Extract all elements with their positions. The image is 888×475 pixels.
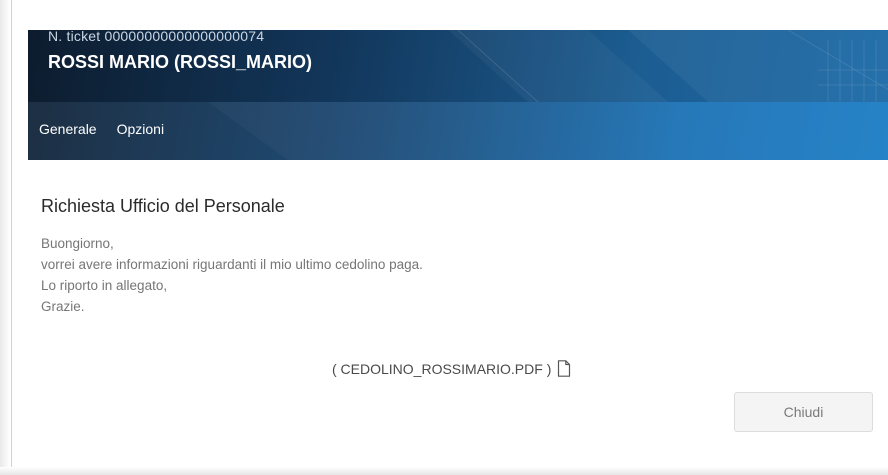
message-line: Lo riporto in allegato, [41,278,168,293]
tab-generale[interactable]: Generale [39,121,97,137]
attachment-link[interactable]: ( CEDOLINO_ROSSIMARIO.PDF ) [332,360,571,377]
tab-opzioni[interactable]: Opzioni [117,121,164,137]
request-title: Richiesta Ufficio del Personale [41,196,285,216]
attachment-filename[interactable]: ( CEDOLINO_ROSSIMARIO.PDF ) [332,361,551,377]
dialog-window: N. ticket 00000000000000000074 ROSSI MAR… [0,0,888,475]
message-line: vorrei avere informazioni riguardanti il… [41,257,423,272]
ticket-header: N. ticket 00000000000000000074 ROSSI MAR… [28,30,888,160]
ticket-number: N. ticket 00000000000000000074 [48,30,265,44]
file-icon[interactable] [557,360,571,377]
close-button[interactable]: Chiudi [734,392,873,432]
tab-list: Generale Opzioni [39,121,184,137]
request-message: Buongiorno, vorrei avere informazioni ri… [41,233,423,317]
ticket-detail-card: N. ticket 00000000000000000074 ROSSI MAR… [11,0,888,467]
ticket-user-name: ROSSI MARIO (ROSSI_MARIO) [48,52,313,72]
message-line: Grazie. [41,299,85,314]
message-line: Buongiorno, [41,236,114,251]
